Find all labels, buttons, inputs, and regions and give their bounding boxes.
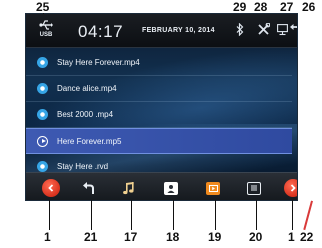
bottom-toolbar — [26, 172, 297, 200]
list-item[interactable]: Best 2000 .mp4 — [26, 102, 292, 128]
callout-22: 22 — [300, 230, 314, 244]
callout-19: 19 — [208, 230, 222, 244]
bluetooth-icon — [236, 22, 244, 37]
disc-icon — [37, 57, 48, 68]
next-icon — [284, 179, 297, 197]
video-icon — [206, 181, 220, 195]
screen-icon — [277, 24, 288, 36]
settings-button[interactable] — [257, 22, 271, 41]
file-list: Stay Here Forever.mp4 Dance alice.mp4 Be… — [26, 50, 292, 180]
callout-1-left: 1 — [44, 230, 51, 244]
file-name: Stay Here .rvd — [57, 162, 109, 171]
play-icon — [37, 135, 48, 147]
usb-icon — [39, 20, 53, 30]
callout-26: 26 — [302, 0, 316, 14]
music-button[interactable] — [119, 178, 139, 198]
back-icon — [83, 181, 94, 194]
callout-leader — [49, 200, 50, 230]
photo-button[interactable] — [161, 178, 181, 198]
previous-button[interactable] — [41, 178, 61, 198]
file-button[interactable] — [244, 178, 264, 198]
date-display: FEBRUARY 10, 2014 — [142, 27, 215, 34]
music-icon — [123, 181, 134, 194]
callout-leader — [292, 200, 293, 230]
callout-17: 17 — [124, 230, 138, 244]
callout-leader — [173, 200, 174, 230]
callout-25: 25 — [36, 0, 50, 14]
back-button[interactable] — [79, 178, 99, 198]
file-name: Stay Here Forever.mp4 — [57, 58, 140, 67]
file-icon — [247, 181, 261, 195]
screen-button[interactable] — [277, 23, 288, 41]
clock-time: 04:17 — [78, 22, 124, 41]
callout-1-right: 1 — [288, 230, 295, 244]
callout-29: 29 — [233, 0, 247, 14]
video-button[interactable] — [203, 178, 223, 198]
usb-source-button[interactable]: USB — [35, 19, 57, 43]
callout-leader — [131, 200, 132, 230]
callout-leader-red — [303, 200, 313, 230]
next-button[interactable] — [283, 178, 297, 198]
list-item[interactable]: Stay Here Forever.mp4 — [26, 50, 292, 76]
disc-icon — [37, 109, 48, 120]
media-player-screen: USB 04:17 FEBRUARY 10, 2014 Stay Here Fo… — [25, 13, 298, 201]
callout-leader — [215, 200, 216, 230]
callout-27: 27 — [280, 0, 294, 14]
callout-21: 21 — [84, 230, 98, 244]
bluetooth-button[interactable] — [236, 22, 244, 41]
usb-label: USB — [39, 32, 53, 38]
status-bar: USB 04:17 FEBRUARY 10, 2014 — [26, 14, 297, 48]
settings-icon — [258, 22, 271, 35]
file-name: Here Forever.mp5 — [57, 136, 122, 146]
list-item[interactable]: Dance alice.mp4 — [26, 76, 292, 102]
file-name: Dance alice.mp4 — [57, 84, 117, 93]
disc-icon — [37, 161, 48, 172]
prev-icon — [42, 179, 60, 197]
callout-leader — [91, 200, 92, 230]
file-name: Best 2000 .mp4 — [57, 110, 114, 119]
back-button-top[interactable] — [290, 23, 297, 41]
disc-icon — [37, 83, 48, 94]
callout-28: 28 — [254, 0, 268, 14]
back-icon — [290, 24, 297, 30]
list-item-selected[interactable]: Here Forever.mp5 — [26, 128, 292, 154]
callout-20: 20 — [249, 230, 263, 244]
callout-18: 18 — [166, 230, 180, 244]
photo-icon — [164, 181, 178, 195]
callout-leader — [256, 200, 257, 230]
